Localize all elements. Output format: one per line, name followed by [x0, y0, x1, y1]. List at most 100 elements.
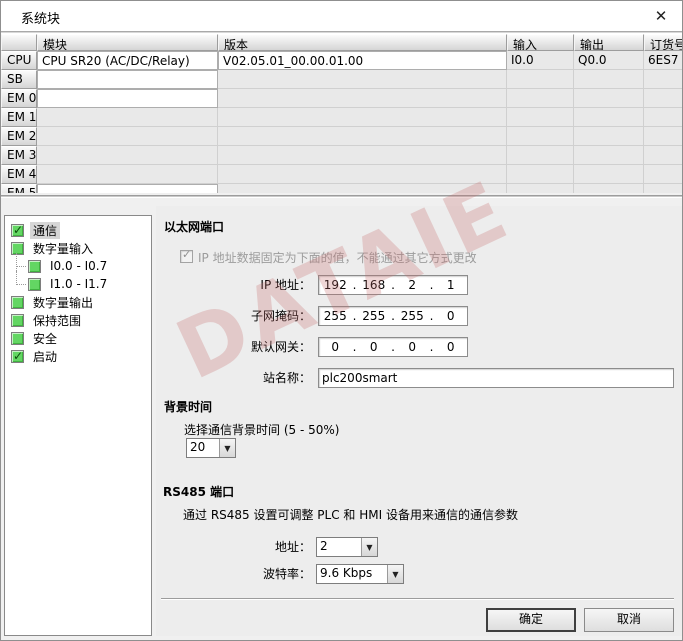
- ok-button[interactable]: 确定: [486, 608, 576, 632]
- octet-value[interactable]: 0: [358, 340, 391, 354]
- check-icon: ✓: [182, 248, 191, 261]
- rs485-description: 通过 RS485 设置可调整 PLC 和 HMI 设备用来通信的通信参数: [183, 506, 518, 523]
- green-checkbox-icon[interactable]: [11, 296, 24, 309]
- ip-address-field[interactable]: 192.168.2.1: [318, 275, 468, 295]
- octet-value[interactable]: 255: [396, 309, 429, 323]
- cell-input: [507, 146, 574, 165]
- cancel-button[interactable]: 取消: [584, 608, 674, 632]
- rs485-address-value: 2: [317, 538, 361, 556]
- octet-value[interactable]: 0: [319, 340, 352, 354]
- octet-value[interactable]: 0: [396, 340, 429, 354]
- tree-item-digital-outputs[interactable]: 数字量输出: [5, 293, 151, 311]
- station-name-label: 站名称：: [156, 369, 311, 388]
- cell-version: [218, 108, 507, 127]
- cell-input: [507, 127, 574, 146]
- checked-green-checkbox-icon[interactable]: ✓: [11, 350, 24, 363]
- cell-order: [644, 165, 683, 184]
- tree-item-label: 保持范围: [30, 312, 84, 329]
- horizontal-splitter[interactable]: [1, 195, 682, 198]
- row-header-em1[interactable]: EM 1: [1, 108, 37, 127]
- tree-item-security[interactable]: 安全: [5, 329, 151, 347]
- cell-output: [574, 108, 644, 127]
- cell-module: [37, 146, 218, 165]
- cell-module[interactable]: CPU SR20 (AC/DC/Relay): [37, 51, 218, 70]
- octet-value[interactable]: 1: [435, 278, 468, 292]
- cell-output: [574, 127, 644, 146]
- tree-item-retentive-ranges[interactable]: 保持范围: [5, 311, 151, 329]
- rs485-address-select[interactable]: 2 ▼: [316, 537, 378, 557]
- table-row: EM 1: [1, 108, 683, 127]
- station-name-field[interactable]: plc200smart: [318, 368, 674, 388]
- octet-value[interactable]: 168: [358, 278, 391, 292]
- subnet-mask-field[interactable]: 255.255.255.0: [318, 306, 468, 326]
- green-checkbox-icon[interactable]: [28, 260, 41, 273]
- cell-version: [218, 127, 507, 146]
- checked-green-checkbox-icon[interactable]: ✓: [11, 224, 24, 237]
- octet-value[interactable]: 0: [435, 340, 468, 354]
- row-header-em4[interactable]: EM 4: [1, 165, 37, 184]
- green-checkbox-icon[interactable]: [11, 314, 24, 327]
- tree-item-label: 数字量输入: [30, 240, 96, 257]
- cell-output: [574, 184, 644, 193]
- table-row: SB: [1, 70, 683, 89]
- row-header-em0[interactable]: EM 0: [1, 89, 37, 108]
- cell-order: [644, 146, 683, 165]
- octet-value[interactable]: 255: [358, 309, 391, 323]
- cell-output: [574, 165, 644, 184]
- table-row: CPUCPU SR20 (AC/DC/Relay)V02.05.01_00.00…: [1, 51, 683, 70]
- cell-module[interactable]: [37, 70, 218, 89]
- tree-item-label: I0.0 - I0.7: [47, 259, 110, 273]
- background-time-select[interactable]: 20 ▼: [186, 438, 236, 458]
- cell-output: [574, 146, 644, 165]
- baud-rate-select[interactable]: 9.6 Kbps ▼: [316, 564, 404, 584]
- cell-version: [218, 184, 507, 193]
- cell-version: [218, 89, 507, 108]
- background-time-hint: 选择通信背景时间 (5 - 50%): [184, 421, 339, 438]
- cell-module[interactable]: [37, 184, 218, 193]
- cell-order: [644, 108, 683, 127]
- cell-version: [218, 70, 507, 89]
- tree-item-digital-inputs[interactable]: 数字量输入: [5, 239, 151, 257]
- table-row: EM 3: [1, 146, 683, 165]
- close-icon[interactable]: ✕: [649, 5, 673, 27]
- tree-item-label: 启动: [30, 348, 60, 365]
- cell-input: [507, 184, 574, 193]
- default-gateway-field[interactable]: 0.0.0.0: [318, 337, 468, 357]
- tree-item-communication[interactable]: ✓通信: [5, 221, 151, 239]
- baud-rate-value: 9.6 Kbps: [317, 565, 387, 583]
- cell-output: [574, 89, 644, 108]
- baud-rate-label: 波特率：: [156, 565, 311, 584]
- check-icon: ✓: [13, 222, 23, 238]
- row-header-em3[interactable]: EM 3: [1, 146, 37, 165]
- chevron-down-icon[interactable]: ▼: [361, 538, 377, 556]
- green-checkbox-icon[interactable]: [28, 278, 41, 291]
- octet-value[interactable]: 192: [319, 278, 352, 292]
- tree-item-startup[interactable]: ✓ 启动: [5, 347, 151, 365]
- row-header-em2[interactable]: EM 2: [1, 127, 37, 146]
- column-header-version: 版本: [218, 34, 507, 51]
- row-header-sb[interactable]: SB: [1, 70, 37, 89]
- green-checkbox-icon[interactable]: [11, 332, 24, 345]
- tree-item-input-i0[interactable]: I0.0 - I0.7: [5, 257, 151, 275]
- row-header-em5[interactable]: EM 5: [1, 184, 37, 193]
- background-time-section-title: 背景时间: [164, 398, 212, 415]
- octet-value[interactable]: 255: [319, 309, 352, 323]
- chevron-down-icon[interactable]: ▼: [219, 439, 235, 457]
- cell-order: [644, 70, 683, 89]
- cell-module[interactable]: [37, 89, 218, 108]
- table-row: EM 4: [1, 165, 683, 184]
- ip-address-label: IP 地址：: [156, 276, 311, 295]
- title-bar: 系统块 ✕: [1, 1, 682, 31]
- fixed-ip-checkbox-label: IP 地址数据固定为下面的值，不能通过其它方式更改: [198, 249, 477, 266]
- octet-value[interactable]: 2: [396, 278, 429, 292]
- cell-input: [507, 108, 574, 127]
- chevron-down-icon[interactable]: ▼: [387, 565, 403, 583]
- cell-input: [507, 165, 574, 184]
- cell-order: 6ES7 2: [644, 51, 683, 70]
- cell-version[interactable]: V02.05.01_00.00.01.00: [218, 51, 507, 70]
- octet-value[interactable]: 0: [435, 309, 468, 323]
- tree-item-label: I1.0 - I1.7: [47, 277, 110, 291]
- tree-item-input-i1[interactable]: I1.0 - I1.7: [5, 275, 151, 293]
- row-header-cpu[interactable]: CPU: [1, 51, 37, 70]
- tree-connector-line: [11, 275, 28, 293]
